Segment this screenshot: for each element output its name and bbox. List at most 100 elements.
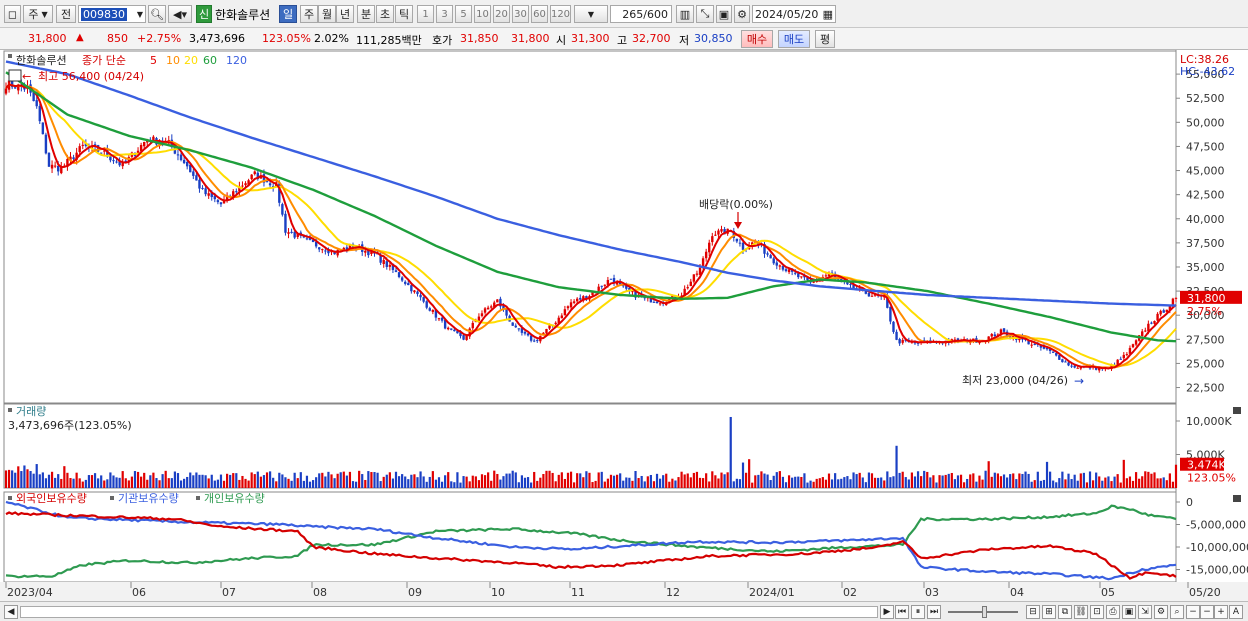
scroll-left-icon[interactable]: ◀ <box>4 605 18 619</box>
period-button[interactable]: 주 <box>300 5 318 23</box>
volume-bar <box>923 470 926 488</box>
volume-value: 3,473,696주(123.05%) <box>8 419 132 432</box>
volume-bar <box>499 479 502 488</box>
volume-bar <box>603 481 606 488</box>
candle-body <box>388 264 392 267</box>
candle-type-icon[interactable]: ▥ <box>676 5 694 23</box>
zoom-handle[interactable] <box>982 606 987 618</box>
export-icon[interactable]: ⇲ <box>1138 605 1152 619</box>
interval-button[interactable]: 30 <box>512 5 529 23</box>
period-button[interactable]: 일 <box>279 5 297 23</box>
chart-scrollbar[interactable]: ◀ ▶ ⏮ ⏸ ⏭ ⊟ ⊞ ⧉ ⛓ ⊡ ⎙ ▣ ⇲ ⚙ ⌕ − − + A <box>0 601 1248 621</box>
candle-body <box>560 315 564 319</box>
volume-bar <box>809 480 812 488</box>
period-button[interactable]: 틱 <box>395 5 413 23</box>
volume-bar <box>849 479 852 488</box>
clear-icon[interactable]: ▣ <box>716 5 732 23</box>
zoom-out-icon[interactable]: − <box>1186 605 1200 619</box>
bookmark-icon[interactable]: ⊡ <box>1090 605 1104 619</box>
candle-body <box>284 213 287 233</box>
candle-body <box>655 301 659 304</box>
ma-legend-label: 종가 단순 <box>82 54 126 67</box>
count-select[interactable]: ▼ <box>574 5 608 23</box>
volume-bar <box>1027 473 1030 488</box>
draw-tool-icon[interactable]: ⤡ <box>696 5 714 23</box>
volume-bar <box>84 479 87 488</box>
interval-button[interactable]: 60 <box>531 5 548 23</box>
interval-button[interactable]: 10 <box>474 5 491 23</box>
volume-bar <box>422 476 425 488</box>
window-icon[interactable]: ◻ <box>4 5 21 23</box>
volume-bar <box>179 480 183 488</box>
copy-icon[interactable]: ⧉ <box>1058 605 1072 619</box>
candle-body <box>1033 343 1036 345</box>
volume-bar <box>1030 481 1033 488</box>
candle-body <box>425 301 428 308</box>
candle-body <box>548 325 551 329</box>
period-button[interactable]: 월 <box>318 5 336 23</box>
save-icon[interactable]: ▣ <box>1122 605 1136 619</box>
interval-button[interactable]: 20 <box>493 5 510 23</box>
candle-body <box>400 277 404 281</box>
print-icon[interactable]: ⎙ <box>1106 605 1120 619</box>
volume-bar <box>929 477 932 488</box>
link-icon[interactable]: ⛓ <box>1074 605 1088 619</box>
scroll-last-icon[interactable]: ⏭ <box>927 605 941 619</box>
period-button[interactable]: 년 <box>336 5 354 23</box>
candle-body <box>1153 320 1156 324</box>
panel-icon <box>110 496 114 500</box>
interval-button[interactable]: 5 <box>455 5 472 23</box>
market-select[interactable]: 주 ▼ <box>23 5 53 23</box>
candle-body <box>532 340 536 342</box>
candle-body <box>198 179 201 189</box>
volume-bar <box>118 477 121 488</box>
period-button[interactable]: 초 <box>376 5 394 23</box>
search-icon[interactable]: 🔍︎ <box>148 5 166 23</box>
volume-bar <box>87 475 91 488</box>
volume-bar <box>1159 478 1162 488</box>
window-split-icon[interactable]: ⊞ <box>1042 605 1056 619</box>
calendar-icon[interactable]: ▦ <box>823 8 833 21</box>
candle-body <box>658 303 662 305</box>
gear-icon[interactable]: ⚙ <box>734 5 750 23</box>
candle-body <box>53 165 57 167</box>
prev-button[interactable]: 전 <box>56 5 76 23</box>
ma-legend-item: 5 <box>150 54 157 67</box>
volume-bar <box>20 471 23 488</box>
x-tick-label: 11 <box>571 586 585 599</box>
count-field[interactable]: 265/600 <box>610 5 672 23</box>
scroll-right-icon[interactable]: ▶ <box>880 605 894 619</box>
interval-button[interactable]: 1 <box>417 5 434 23</box>
candle-body <box>686 287 689 289</box>
period-button[interactable]: 분 <box>357 5 375 23</box>
volume-bar <box>81 481 84 488</box>
zoom-in-icon[interactable]: + <box>1214 605 1228 619</box>
volume-bar <box>692 472 695 488</box>
settings-icon[interactable]: ⚙ <box>1154 605 1168 619</box>
calc-icon <box>8 69 22 82</box>
speaker-icon[interactable]: ◀▾ <box>168 5 192 23</box>
candle-body <box>385 261 388 267</box>
volume-bar <box>1122 459 1125 488</box>
date-field[interactable]: 2024/05/20 ▦ <box>752 5 836 23</box>
minus-icon[interactable]: − <box>1200 605 1214 619</box>
interval-button[interactable]: 120 <box>550 5 571 23</box>
volume-bar <box>723 474 726 488</box>
stock-chart[interactable]: 55,00052,50050,00047,50045,00042,50040,0… <box>0 50 1248 602</box>
scroll-first-icon[interactable]: ⏮ <box>895 605 909 619</box>
candle-body <box>419 294 422 298</box>
volume-bar <box>57 474 60 488</box>
search-icon[interactable]: ⌕ <box>1170 605 1184 619</box>
font-size-icon[interactable]: A <box>1229 605 1243 619</box>
split-icon[interactable]: ⊟ <box>1026 605 1040 619</box>
eval-button[interactable]: 평 <box>815 30 835 48</box>
buy-button[interactable]: 매수 <box>741 30 773 48</box>
x-tick-label: 09 <box>408 586 422 599</box>
pause-icon[interactable]: ⏸ <box>911 605 925 619</box>
code-input[interactable]: 009830 ▼ <box>78 5 146 23</box>
volume-bar <box>54 477 57 488</box>
scroll-track[interactable] <box>20 606 878 618</box>
interval-button[interactable]: 3 <box>436 5 453 23</box>
sell-button[interactable]: 매도 <box>778 30 810 48</box>
candle-body <box>81 144 84 146</box>
